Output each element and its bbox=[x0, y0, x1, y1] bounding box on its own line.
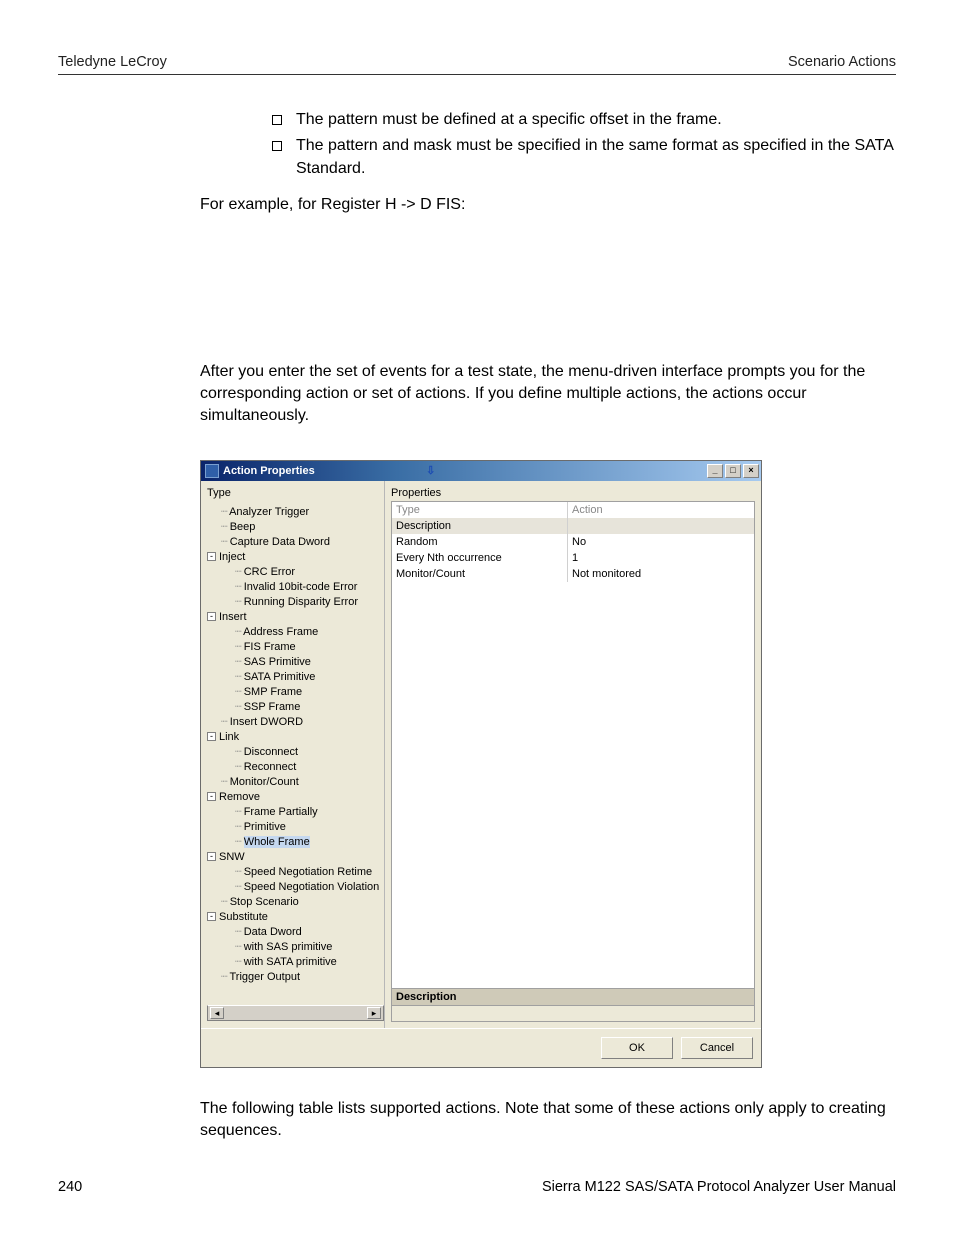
tree-item[interactable]: Insert DWORD bbox=[230, 716, 303, 728]
tree-item[interactable]: Reconnect bbox=[244, 761, 297, 773]
tree-item[interactable]: Frame Partially bbox=[244, 806, 318, 818]
minimize-button[interactable]: _ bbox=[707, 464, 723, 478]
prop-value[interactable] bbox=[568, 518, 754, 534]
tree-collapse-icon[interactable]: - bbox=[207, 852, 216, 861]
titlebar[interactable]: Action Properties ⇩ _ □ × bbox=[201, 461, 761, 481]
paragraph-after: After you enter the set of events for a … bbox=[200, 361, 896, 428]
tree-item[interactable]: CRC Error bbox=[244, 566, 295, 578]
tree-collapse-icon[interactable]: - bbox=[207, 792, 216, 801]
paragraph-example: For example, for Register H -> D FIS: bbox=[200, 194, 896, 216]
paragraph-following: The following table lists supported acti… bbox=[200, 1098, 896, 1143]
properties-table: Type Action Description Random No bbox=[391, 501, 755, 989]
prop-value[interactable]: Action bbox=[568, 502, 754, 518]
tree-group-insert[interactable]: Insert bbox=[219, 611, 247, 623]
tree-item[interactable]: SSP Frame bbox=[244, 701, 301, 713]
prop-value[interactable]: Not monitored bbox=[568, 566, 754, 582]
scroll-left-icon[interactable]: ◂ bbox=[210, 1007, 224, 1019]
prop-key[interactable]: Type bbox=[392, 502, 568, 518]
tree-item[interactable]: Speed Negotiation Violation bbox=[244, 881, 380, 893]
page-number: 240 bbox=[58, 1179, 82, 1195]
tree-collapse-icon[interactable]: - bbox=[207, 732, 216, 741]
prop-value[interactable]: No bbox=[568, 534, 754, 550]
tree-item-selected[interactable]: Whole Frame bbox=[244, 836, 310, 848]
cancel-button[interactable]: Cancel bbox=[681, 1037, 753, 1059]
header-right: Scenario Actions bbox=[788, 54, 896, 70]
close-button[interactable]: × bbox=[743, 464, 759, 478]
tree-item[interactable]: Invalid 10bit-code Error bbox=[244, 581, 358, 593]
tree-item[interactable]: Analyzer Trigger bbox=[229, 506, 309, 518]
prop-value[interactable]: 1 bbox=[568, 550, 754, 566]
tree-collapse-icon[interactable]: - bbox=[207, 612, 216, 621]
tree-item[interactable]: Primitive bbox=[244, 821, 286, 833]
tree-item[interactable]: Disconnect bbox=[244, 746, 298, 758]
prop-key[interactable]: Random bbox=[392, 534, 568, 550]
app-icon bbox=[205, 464, 219, 478]
tree-item[interactable]: SMP Frame bbox=[244, 686, 302, 698]
tree-item[interactable]: Data Dword bbox=[244, 926, 302, 938]
tree-collapse-icon[interactable]: - bbox=[207, 552, 216, 561]
tree-collapse-icon[interactable]: - bbox=[207, 912, 216, 921]
tree-item[interactable]: SAS Primitive bbox=[244, 656, 311, 668]
tree-item[interactable]: with SAS primitive bbox=[244, 941, 333, 953]
tree-item[interactable]: Trigger Output bbox=[229, 971, 300, 983]
manual-title: Sierra M122 SAS/SATA Protocol Analyzer U… bbox=[542, 1179, 896, 1195]
prop-key[interactable]: Monitor/Count bbox=[392, 566, 568, 582]
header-rule bbox=[58, 74, 896, 75]
tree-item[interactable]: Running Disparity Error bbox=[244, 596, 358, 608]
bullet-list: The pattern must be defined at a specifi… bbox=[272, 109, 896, 180]
tree-item[interactable]: FIS Frame bbox=[244, 641, 296, 653]
tree-item[interactable]: SATA Primitive bbox=[244, 671, 316, 683]
checkbox-bullet-icon bbox=[272, 115, 282, 125]
ok-button[interactable]: OK bbox=[601, 1037, 673, 1059]
tree-item[interactable]: Capture Data Dword bbox=[230, 536, 330, 548]
bullet-text: The pattern and mask must be specified i… bbox=[296, 135, 896, 180]
checkbox-bullet-icon bbox=[272, 141, 282, 151]
tree-group-remove[interactable]: Remove bbox=[219, 791, 260, 803]
tree-group-snw[interactable]: SNW bbox=[219, 851, 245, 863]
header-left: Teledyne LeCroy bbox=[58, 54, 167, 70]
tree-group-link[interactable]: Link bbox=[219, 731, 239, 743]
tree-item[interactable]: Speed Negotiation Retime bbox=[244, 866, 372, 878]
tree-item[interactable]: Stop Scenario bbox=[230, 896, 299, 908]
prop-key[interactable]: Every Nth occurrence bbox=[392, 550, 568, 566]
description-body bbox=[391, 1006, 755, 1022]
tree-item[interactable]: Monitor/Count bbox=[230, 776, 299, 788]
prop-key[interactable]: Description bbox=[392, 518, 568, 534]
tree-group-substitute[interactable]: Substitute bbox=[219, 911, 268, 923]
type-label: Type bbox=[207, 487, 384, 499]
scroll-right-icon[interactable]: ▸ bbox=[367, 1007, 381, 1019]
dialog-title: Action Properties bbox=[223, 465, 315, 477]
bullet-text: The pattern must be defined at a specifi… bbox=[296, 109, 722, 131]
tree-item[interactable]: with SATA primitive bbox=[244, 956, 337, 968]
tree-group-inject[interactable]: Inject bbox=[219, 551, 245, 563]
action-properties-dialog: Action Properties ⇩ _ □ × Type ┈ Analyze… bbox=[200, 460, 762, 1068]
maximize-button[interactable]: □ bbox=[725, 464, 741, 478]
horizontal-scrollbar[interactable]: ◂ ▸ bbox=[207, 1005, 384, 1021]
description-header: Description bbox=[391, 989, 755, 1006]
type-tree[interactable]: ┈ Analyzer Trigger ┈ Beep ┈ Capture Data… bbox=[207, 505, 384, 985]
tree-item[interactable]: Address Frame bbox=[243, 626, 318, 638]
tree-item[interactable]: Beep bbox=[230, 521, 256, 533]
dropdown-arrow-icon[interactable]: ⇩ bbox=[425, 464, 437, 478]
properties-label: Properties bbox=[391, 487, 755, 499]
